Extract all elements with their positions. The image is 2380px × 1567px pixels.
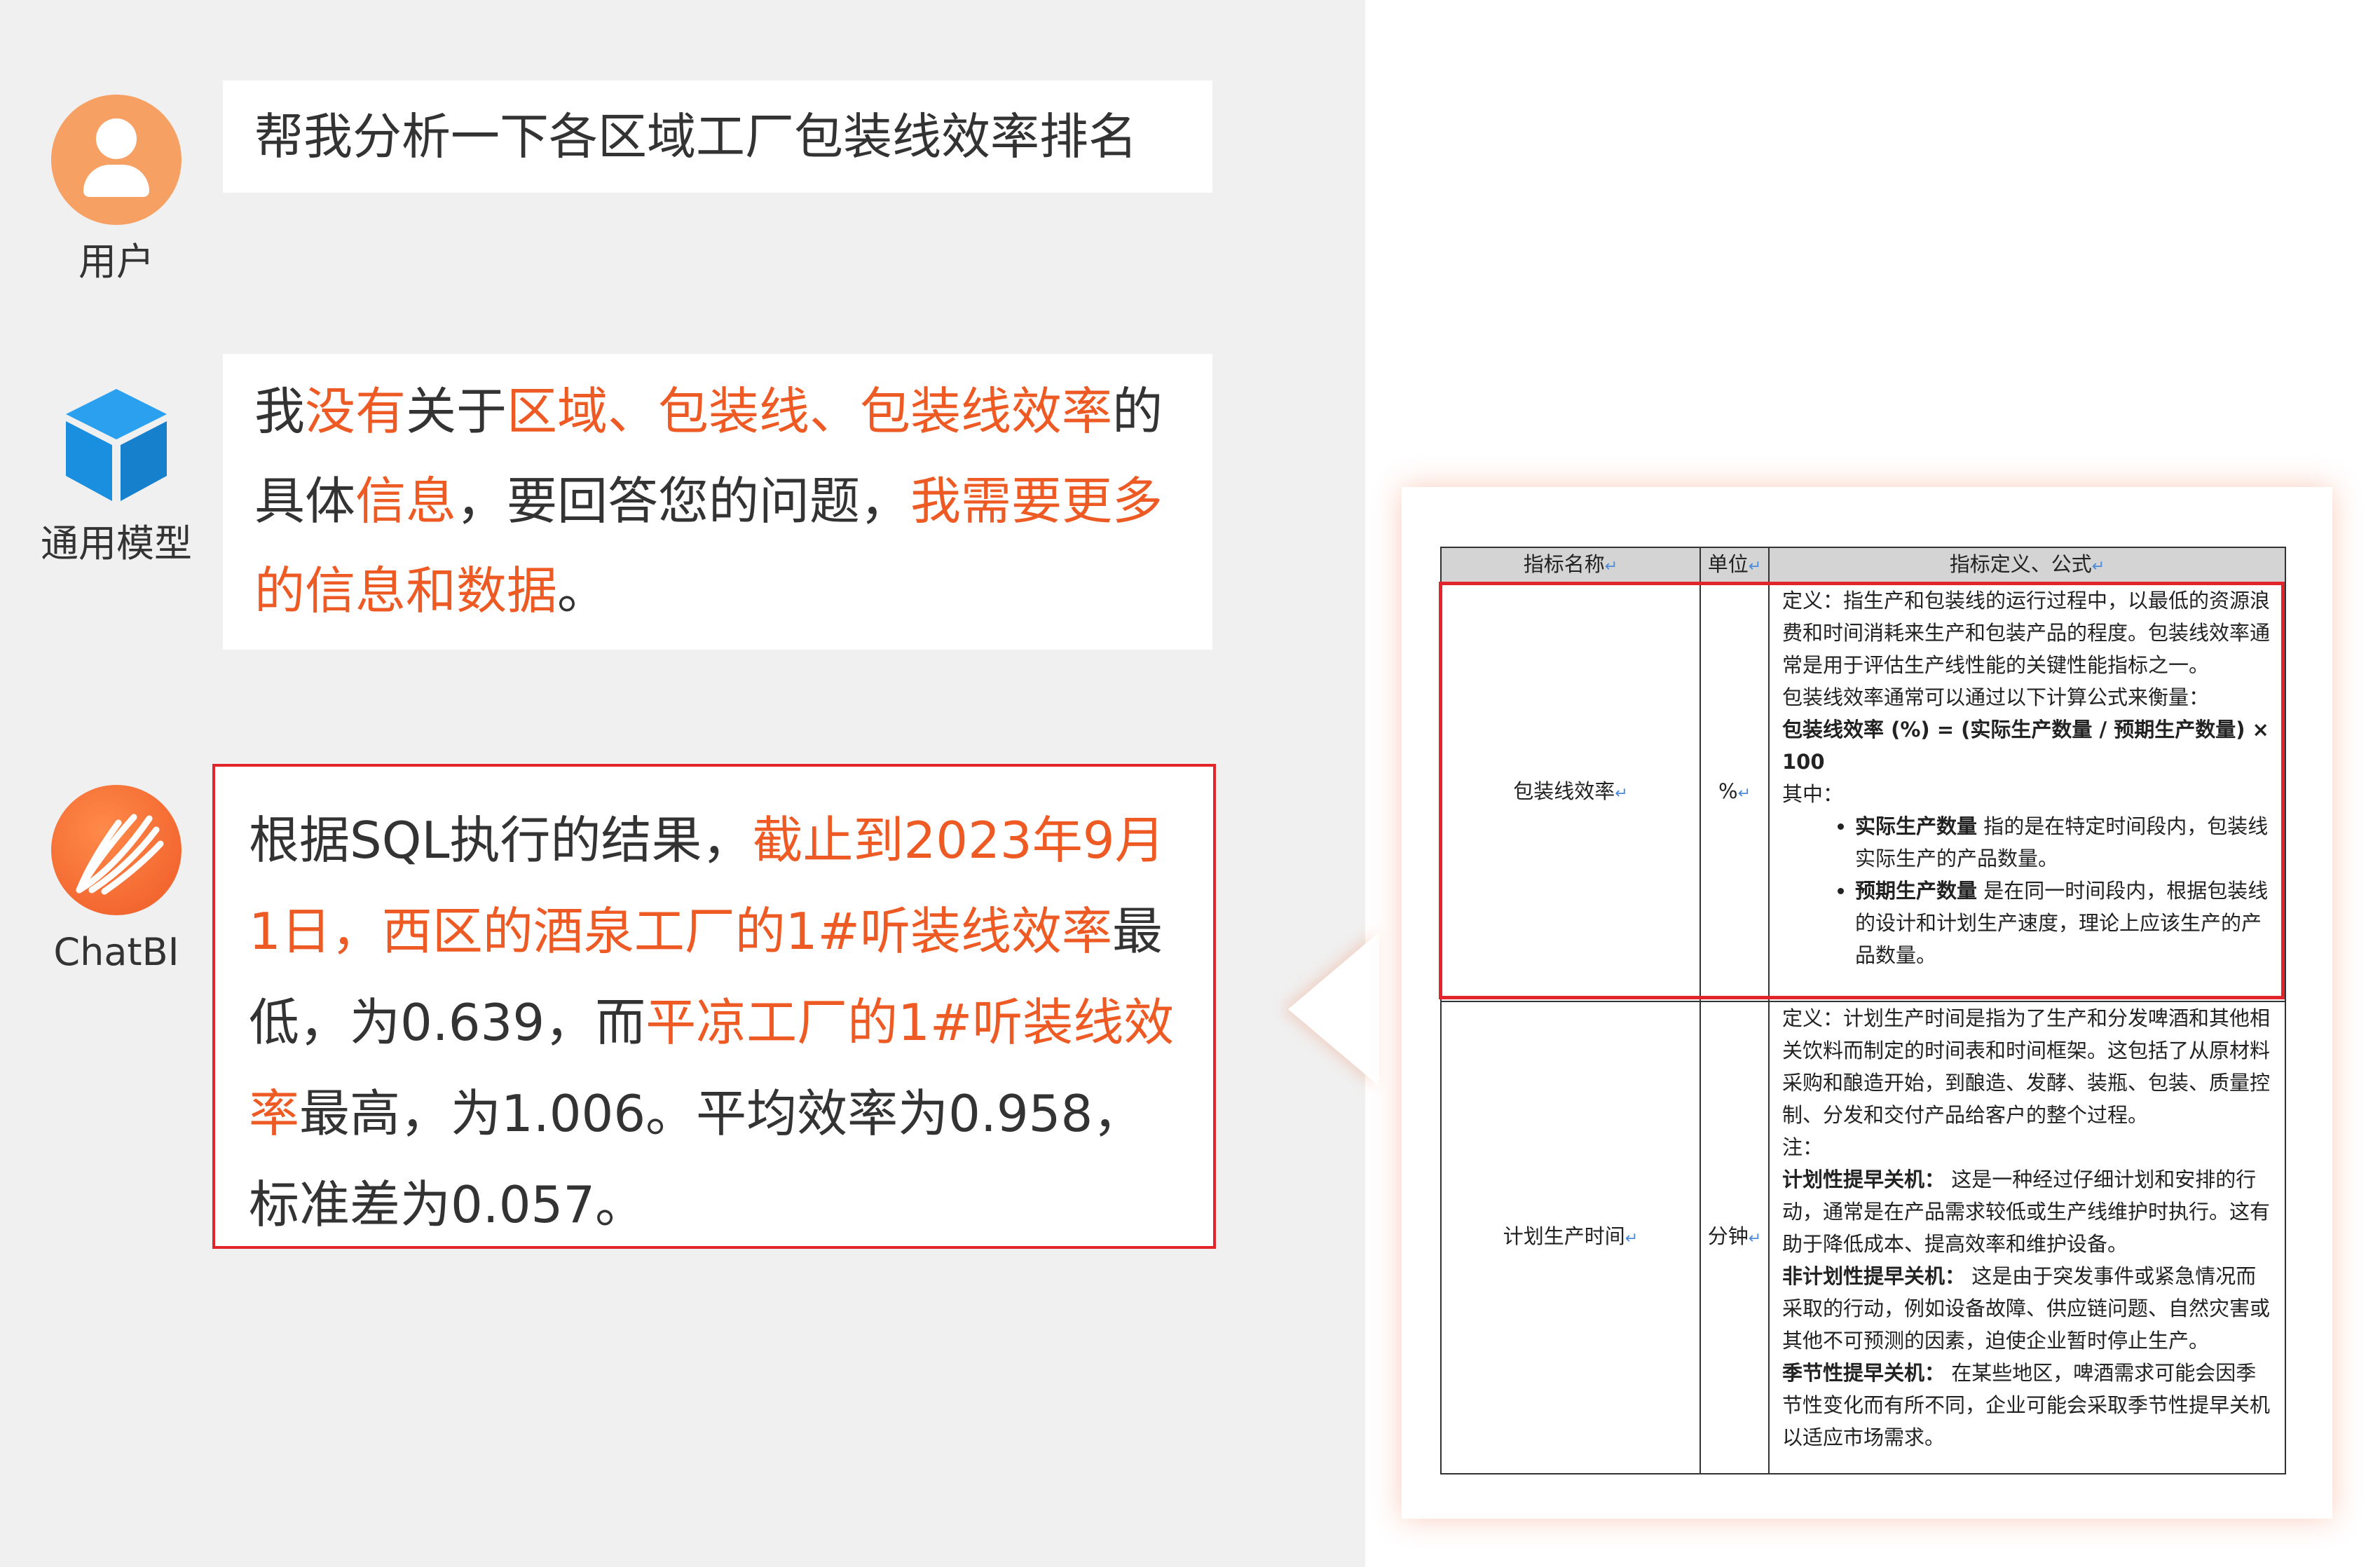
cell-metric-name: 包装线效率↵ bbox=[1440, 583, 1701, 1002]
cell-definition: 定义：指生产和包装线的运行过程中，以最低的资源浪费和时间消耗来生产和包装产品的程… bbox=[1768, 583, 2286, 1002]
cube-icon bbox=[66, 389, 167, 501]
note-item: 计划性提早关机： 这是一种经过仔细计划和安排的行动，通常是在产品需求较低或生产线… bbox=[1782, 1168, 2271, 1256]
note-label: 注： bbox=[1782, 1135, 1824, 1159]
model-avatar-block: 通用模型 bbox=[25, 382, 207, 563]
chatbi-logo-icon bbox=[51, 785, 182, 915]
model-text-segment: 我 bbox=[254, 382, 306, 441]
formula: 包装线效率 (%) = (实际生产数量 / 预期生产数量) × 100 bbox=[1782, 718, 2269, 774]
note-item: 季节性提早关机： 在某些地区，啤酒需求可能会因季节性变化而有所不同，企业可能会采… bbox=[1782, 1361, 2271, 1449]
metric-table: 指标名称↵ 单位↵ 指标定义、公式↵ 包装线效率↵ %↵ 定义：指生产和包装线的… bbox=[1440, 547, 2286, 1474]
model-text-segment: 。 bbox=[557, 561, 608, 620]
list-item: 预期生产数量 是在同一时间段内，根据包装线的设计和计划生产速度，理论上应该生产的… bbox=[1855, 875, 2275, 971]
model-message-text: 我没有关于区域、包装线、包装线效率的具体信息，要回答您的问题，我需要更多的信息和… bbox=[254, 382, 1163, 620]
model-highlight-segment: 信息 bbox=[355, 472, 457, 531]
doc-callout-pointer bbox=[1288, 932, 1379, 1086]
user-label: 用户 bbox=[78, 240, 154, 284]
header-unit: 单位↵ bbox=[1699, 547, 1770, 584]
chatbi-text-segment: 最高，为1.006。平均效率为0.958，标准差为0.057。 bbox=[249, 1084, 1144, 1234]
chatbi-text-segment: 根据SQL执行的结果， bbox=[249, 811, 753, 870]
cell-metric-name: 计划生产时间↵ bbox=[1440, 1001, 1701, 1474]
model-text-segment: 关于 bbox=[406, 382, 507, 441]
definition-text: 定义：指生产和包装线的运行过程中，以最低的资源浪费和时间消耗来生产和包装产品的程… bbox=[1782, 589, 2271, 677]
definition-text: 定义：计划生产时间是指为了生产和分发啤酒和其他相关饮料而制定的时间表和时间框架。… bbox=[1782, 1006, 2271, 1127]
chatbi-message-text: 根据SQL执行的结果，截止到2023年9月1日，西区的酒泉工厂的1#听装线效率最… bbox=[249, 811, 1174, 1234]
chatbi-message-bubble: 根据SQL执行的结果，截止到2023年9月1日，西区的酒泉工厂的1#听装线效率最… bbox=[212, 764, 1216, 1249]
model-message-bubble: 我没有关于区域、包装线、包装线效率的具体信息，要回答您的问题，我需要更多的信息和… bbox=[223, 354, 1212, 650]
formula-intro: 包装线效率通常可以通过以下计算公式来衡量： bbox=[1782, 685, 2210, 709]
header-definition: 指标定义、公式↵ bbox=[1768, 547, 2286, 584]
model-highlight-segment: 没有 bbox=[305, 382, 406, 441]
model-label: 通用模型 bbox=[41, 521, 192, 566]
note-item: 非计划性提早关机： 这是由于突发事件或紧急情况而采取的行动，例如设备故障、供应链… bbox=[1782, 1264, 2271, 1353]
user-icon bbox=[51, 95, 182, 225]
chatbi-avatar-block: ChatBI bbox=[25, 785, 207, 971]
list-item: 实际生产数量 指的是在特定时间段内，包装线实际生产的产品数量。 bbox=[1855, 810, 2275, 875]
table-row: 包装线效率↵ %↵ 定义：指生产和包装线的运行过程中，以最低的资源浪费和时间消耗… bbox=[1440, 583, 2286, 1002]
metric-definition-doc: 指标名称↵ 单位↵ 指标定义、公式↵ 包装线效率↵ %↵ 定义：指生产和包装线的… bbox=[1439, 547, 2286, 1475]
cell-definition: 定义：计划生产时间是指为了生产和分发啤酒和其他相关饮料而制定的时间表和时间框架。… bbox=[1768, 1001, 2286, 1474]
header-metric-name: 指标名称↵ bbox=[1440, 547, 1701, 584]
table-row: 计划生产时间↵ 分钟↵ 定义：计划生产时间是指为了生产和分发啤酒和其他相关饮料而… bbox=[1440, 1001, 2286, 1474]
term-list: 实际生产数量 指的是在特定时间段内，包装线实际生产的产品数量。 预期生产数量 是… bbox=[1782, 810, 2275, 971]
table-header-row: 指标名称↵ 单位↵ 指标定义、公式↵ bbox=[1440, 547, 2286, 584]
user-avatar-block: 用户 bbox=[25, 95, 207, 281]
where-label: 其中： bbox=[1782, 782, 1844, 806]
cell-unit: %↵ bbox=[1699, 583, 1770, 1002]
model-text-segment: ，要回答您的问题， bbox=[456, 472, 911, 531]
model-highlight-segment: 区域、包装线、包装线效率 bbox=[507, 382, 1113, 441]
user-message-text: 帮我分析一下各区域工厂包装线效率排名 bbox=[254, 108, 1137, 165]
user-message-bubble: 帮我分析一下各区域工厂包装线效率排名 bbox=[223, 81, 1212, 193]
chatbi-label: ChatBI bbox=[53, 930, 179, 974]
cell-unit: 分钟↵ bbox=[1699, 1001, 1770, 1474]
